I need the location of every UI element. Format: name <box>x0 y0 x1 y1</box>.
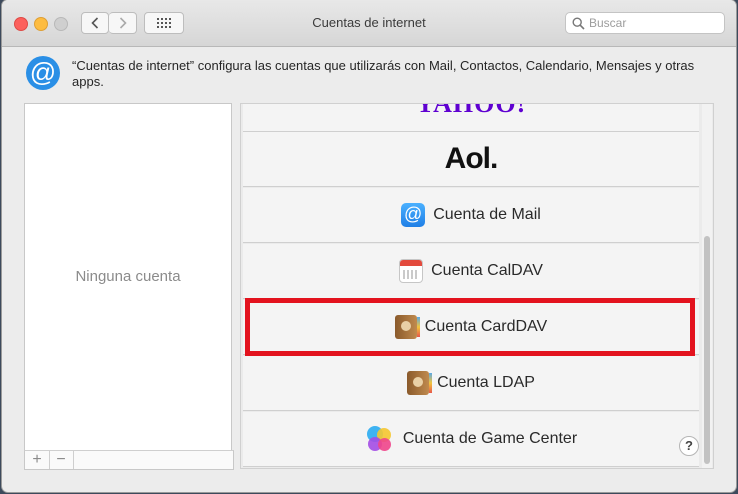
pane-description: “Cuentas de internet” configura las cuen… <box>72 58 695 89</box>
account-providers-list[interactable]: YAHOO! Aol. @ Cuenta de Mail Cuenta CalD… <box>240 103 714 469</box>
provider-row-yahoo[interactable]: YAHOO! <box>243 103 699 132</box>
address-book-icon <box>394 315 420 339</box>
add-account-button[interactable]: + <box>25 451 50 469</box>
provider-label: Cuenta LDAP <box>437 374 535 391</box>
provider-row-gamecenter[interactable]: Cuenta de Game Center <box>243 412 699 467</box>
yahoo-logo: YAHOO! <box>415 103 527 118</box>
provider-label: Cuenta de Mail <box>433 206 541 223</box>
remove-account-button[interactable]: − <box>49 451 74 469</box>
search-icon <box>572 17 585 30</box>
system-preferences-window: Cuentas de internet @ “Cuentas de intern… <box>2 0 736 492</box>
provider-row-carddav[interactable]: Cuenta CardDAV <box>243 300 699 355</box>
address-book-icon <box>407 371 433 395</box>
calendar-icon <box>399 259 424 283</box>
at-sign-icon: @ <box>26 56 60 90</box>
search-field[interactable] <box>565 12 725 34</box>
search-input[interactable] <box>589 15 717 31</box>
provider-label: Cuenta CalDAV <box>431 262 543 279</box>
scrollbar-thumb[interactable] <box>704 236 710 464</box>
provider-label: Cuenta de Game Center <box>402 430 578 447</box>
no-accounts-label: Ninguna cuenta <box>75 268 181 285</box>
aol-logo: Aol. <box>444 142 499 175</box>
provider-row-aol[interactable]: Aol. <box>243 132 699 187</box>
accounts-list-toolbar: + − <box>24 450 234 470</box>
provider-row-caldav[interactable]: Cuenta CalDAV <box>243 244 699 299</box>
providers-scrollbar[interactable] <box>702 104 712 468</box>
accounts-list[interactable]: Ninguna cuenta <box>24 103 232 469</box>
title-bar: Cuentas de internet <box>2 0 736 47</box>
help-button[interactable]: ? <box>679 436 699 456</box>
provider-row-ldap[interactable]: Cuenta LDAP <box>243 356 699 411</box>
provider-label: Cuenta CardDAV <box>424 318 548 335</box>
mail-at-icon: @ <box>401 203 426 227</box>
provider-row-mail[interactable]: @ Cuenta de Mail <box>243 188 699 243</box>
game-center-icon <box>365 424 395 454</box>
